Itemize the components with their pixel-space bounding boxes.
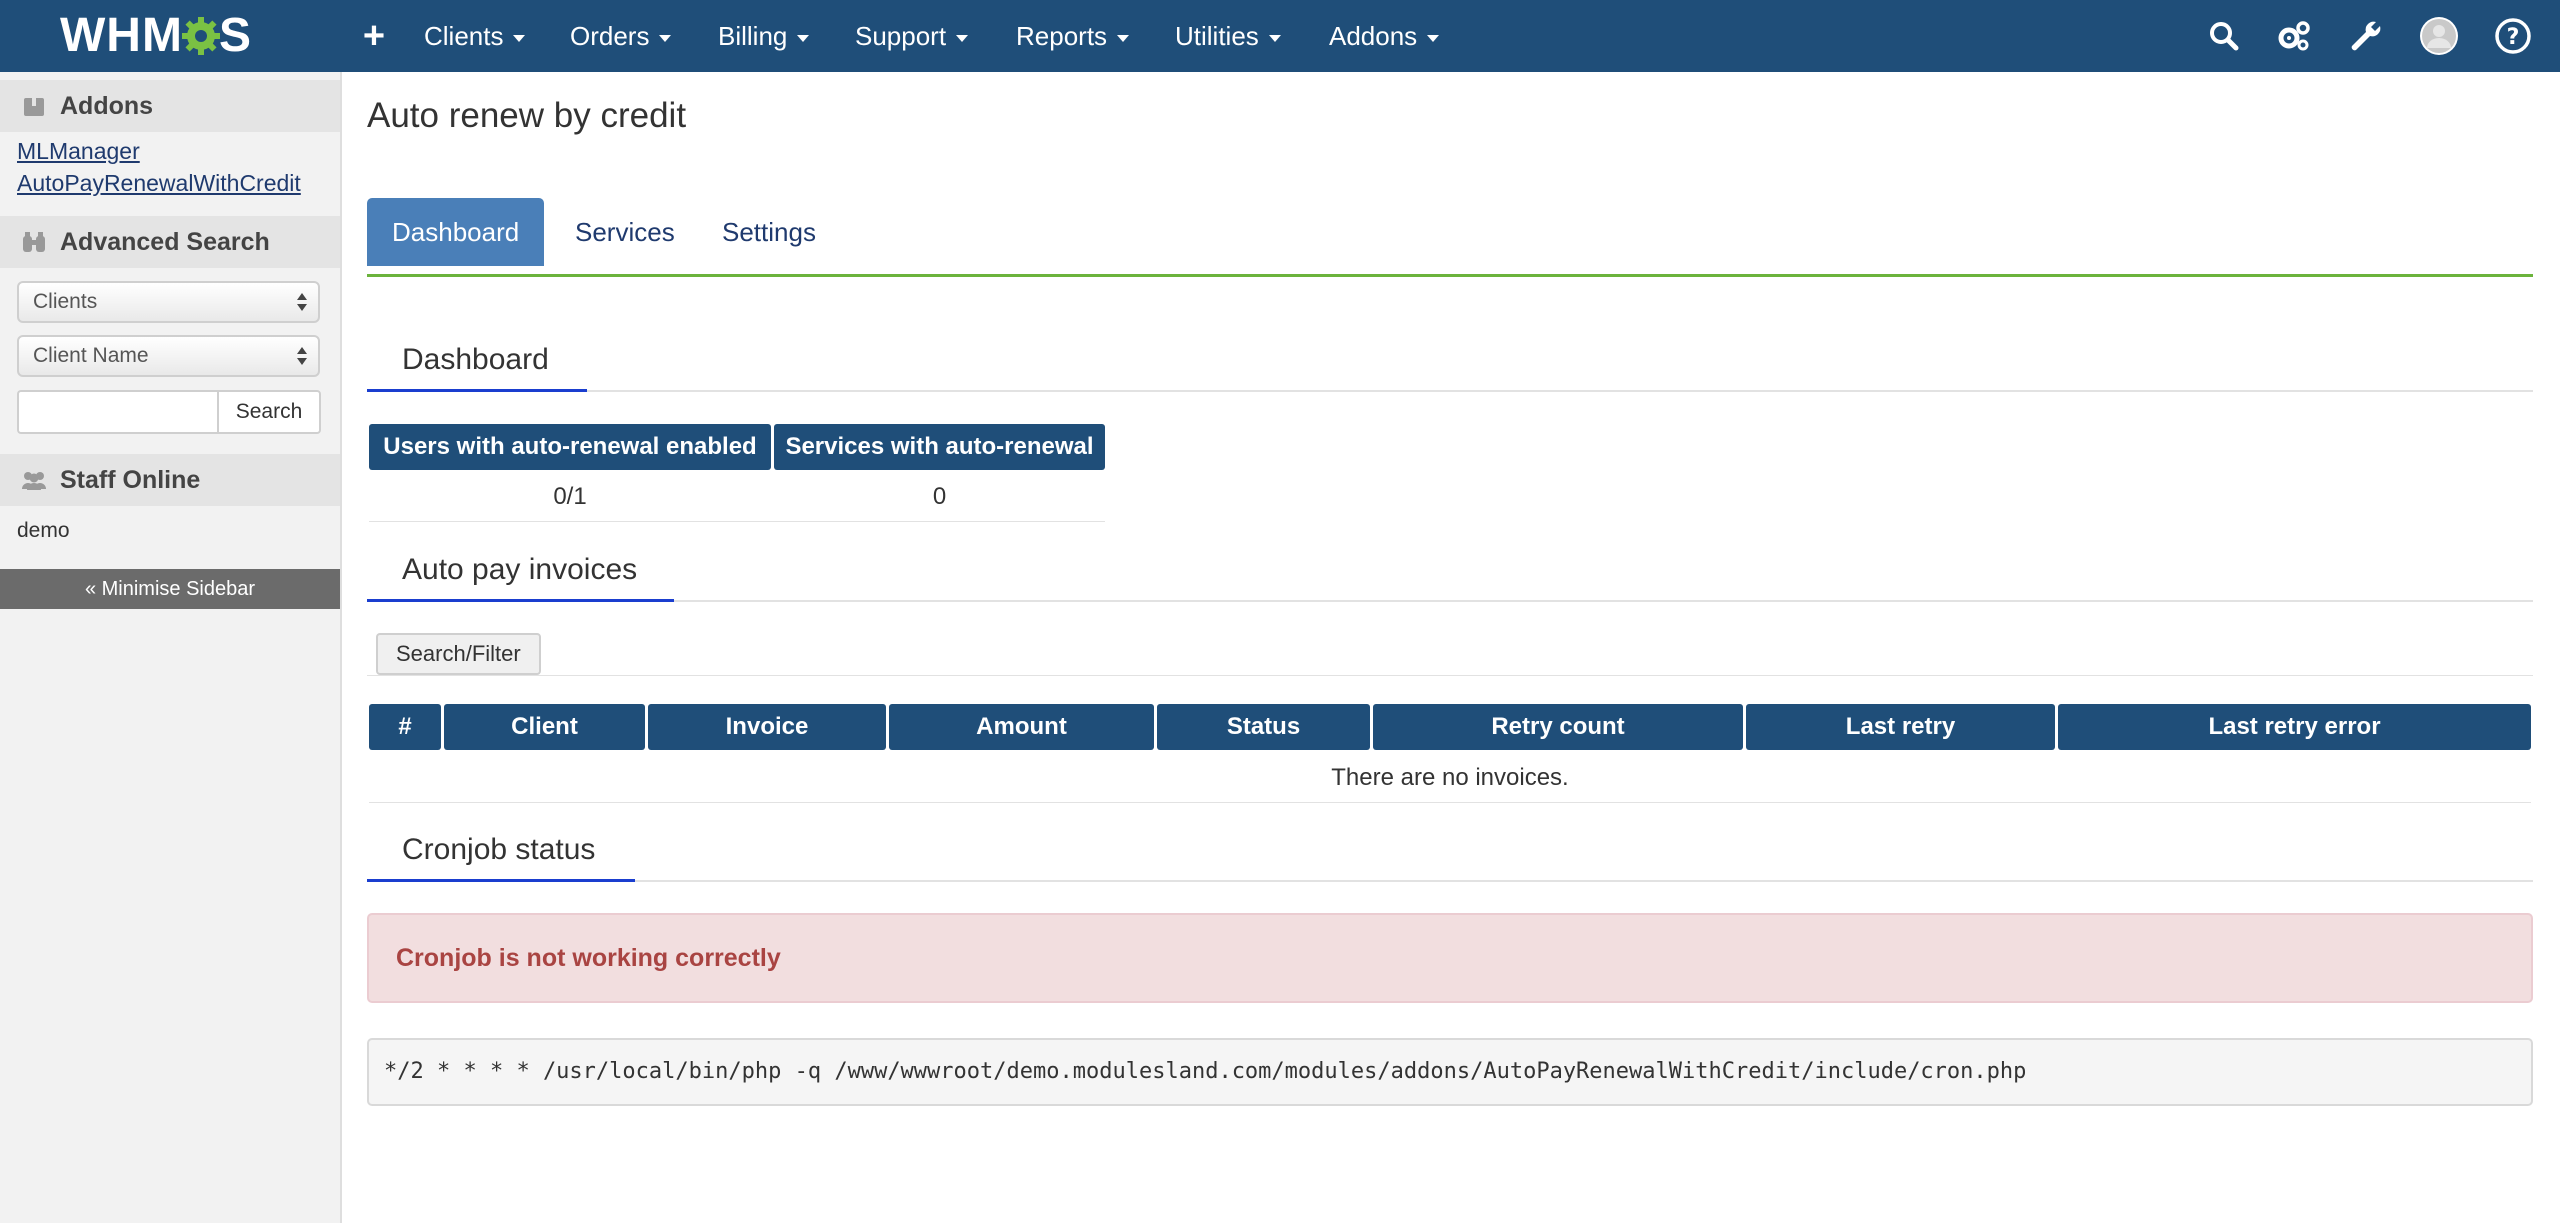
th-number[interactable]: #	[369, 704, 441, 750]
search-type-value: Clients	[33, 290, 98, 313]
users-icon	[22, 472, 46, 490]
th-amount[interactable]: Amount	[889, 704, 1154, 750]
binoculars-icon	[23, 232, 45, 252]
cron-command-box[interactable]: */2 * * * * /usr/local/bin/php -q /www/w…	[367, 1038, 2533, 1106]
th-client[interactable]: Client	[444, 704, 645, 750]
nav-utilities[interactable]: Utilities	[1175, 12, 1281, 60]
sidebar-advanced-search-title: Advanced Search	[60, 228, 270, 256]
th-invoice[interactable]: Invoice	[648, 704, 886, 750]
logo-gear-icon	[181, 17, 220, 55]
sidebar-search-input[interactable]	[17, 390, 219, 434]
chevron-down-icon	[659, 34, 672, 42]
chevron-down-icon	[513, 34, 526, 42]
tab-settings[interactable]: Settings	[697, 198, 841, 266]
th-last-retry[interactable]: Last retry	[1746, 704, 2055, 750]
top-navbar: WHM S + Clients Orders Billing Support R…	[0, 0, 2560, 72]
users-auto-renewal-value: 0/1	[553, 483, 587, 510]
th-status[interactable]: Status	[1157, 704, 1370, 750]
chevron-down-icon	[797, 34, 810, 42]
th-last-retry-error[interactable]: Last retry error	[2058, 704, 2531, 750]
invoices-empty-message: There are no invoices.	[1331, 764, 1569, 791]
minimise-sidebar-button[interactable]: « Minimise Sidebar	[0, 569, 340, 609]
cube-icon	[24, 98, 44, 116]
nav-billing[interactable]: Billing	[718, 12, 810, 60]
section-cron-header: Cronjob status	[367, 820, 2533, 882]
whmcs-logo[interactable]: WHM S	[60, 8, 252, 64]
sidebar-link-mlmanager[interactable]: MLManager	[17, 138, 140, 165]
th-retry-count[interactable]: Retry count	[1373, 704, 1743, 750]
search-type-select[interactable]: Clients	[17, 281, 320, 323]
gears-icon[interactable]	[2274, 16, 2314, 56]
sidebar-addons-header: Addons	[0, 80, 340, 132]
section-dashboard-title: Dashboard	[402, 343, 549, 376]
nav-orders-label: Orders	[570, 21, 650, 51]
nav-support-label: Support	[855, 21, 947, 51]
avatar-icon[interactable]	[2419, 16, 2459, 56]
nav-clients[interactable]: Clients	[424, 12, 526, 60]
th-users-auto-renewal: Users with auto-renewal enabled	[369, 424, 771, 470]
nav-orders[interactable]: Orders	[570, 12, 672, 60]
sidebar-advanced-search-header: Advanced Search	[0, 216, 340, 268]
page-title: Auto renew by credit	[367, 96, 687, 135]
add-new-button[interactable]: +	[352, 12, 396, 60]
chevron-down-icon	[1117, 34, 1130, 42]
nav-reports[interactable]: Reports	[1016, 12, 1130, 60]
nav-addons-label: Addons	[1329, 21, 1418, 51]
filter-divider	[367, 675, 2533, 676]
search-filter-button[interactable]: Search/Filter	[376, 633, 541, 675]
help-icon[interactable]: ?	[2493, 16, 2533, 56]
search-field-select[interactable]: Client Name	[17, 335, 320, 377]
chevron-down-icon	[956, 34, 969, 42]
sidebar-staff-online-title: Staff Online	[60, 466, 201, 494]
nav-reports-label: Reports	[1016, 21, 1108, 51]
services-auto-renewal-value: 0	[932, 483, 947, 510]
staff-online-user: demo	[17, 519, 70, 542]
logo-text-whm: WHM	[60, 9, 183, 62]
sidebar-addons-title: Addons	[60, 92, 154, 120]
logo-text-s: S	[218, 9, 252, 62]
section-invoices-header: Auto pay invoices	[367, 540, 2533, 602]
table-row-divider	[369, 521, 1105, 522]
tab-dashboard[interactable]: Dashboard	[367, 198, 545, 266]
chevron-down-icon	[1427, 34, 1440, 42]
nav-clients-label: Clients	[424, 21, 504, 51]
cron-error-alert: Cronjob is not working correctly	[367, 913, 2533, 1003]
sidebar-search-button[interactable]: Search	[217, 390, 321, 434]
search-icon[interactable]	[2204, 16, 2244, 56]
th-services-auto-renewal: Services with auto-renewal	[774, 424, 1105, 470]
section-underline	[367, 879, 635, 882]
chevron-down-icon	[1268, 34, 1281, 42]
section-invoices-title: Auto pay invoices	[402, 553, 638, 586]
nav-addons[interactable]: Addons	[1329, 12, 1440, 60]
cron-command-text: */2 * * * * /usr/local/bin/php -q /www/w…	[384, 1059, 2027, 1084]
select-arrows-icon	[297, 347, 307, 365]
section-underline	[367, 389, 587, 392]
select-arrows-icon	[297, 293, 307, 311]
search-field-value: Client Name	[33, 344, 149, 367]
svg-text:?: ?	[2507, 25, 2520, 50]
section-dashboard-header: Dashboard	[367, 330, 2533, 392]
section-underline	[367, 599, 674, 602]
tab-divider	[367, 274, 2533, 277]
nav-billing-label: Billing	[718, 21, 788, 51]
nav-utilities-label: Utilities	[1175, 21, 1259, 51]
table-row-divider	[369, 802, 2531, 803]
cron-error-text: Cronjob is not working correctly	[396, 944, 781, 972]
nav-support[interactable]: Support	[855, 12, 969, 60]
wrench-icon[interactable]	[2346, 16, 2386, 56]
sidebar-staff-online-header: Staff Online	[0, 454, 340, 506]
section-cron-title: Cronjob status	[402, 833, 596, 866]
sidebar: Addons MLManager AutoPayRenewalWithCredi…	[0, 72, 342, 1223]
sidebar-link-autopayrenewal[interactable]: AutoPayRenewalWithCredit	[17, 170, 301, 197]
tab-services[interactable]: Services	[550, 198, 700, 266]
